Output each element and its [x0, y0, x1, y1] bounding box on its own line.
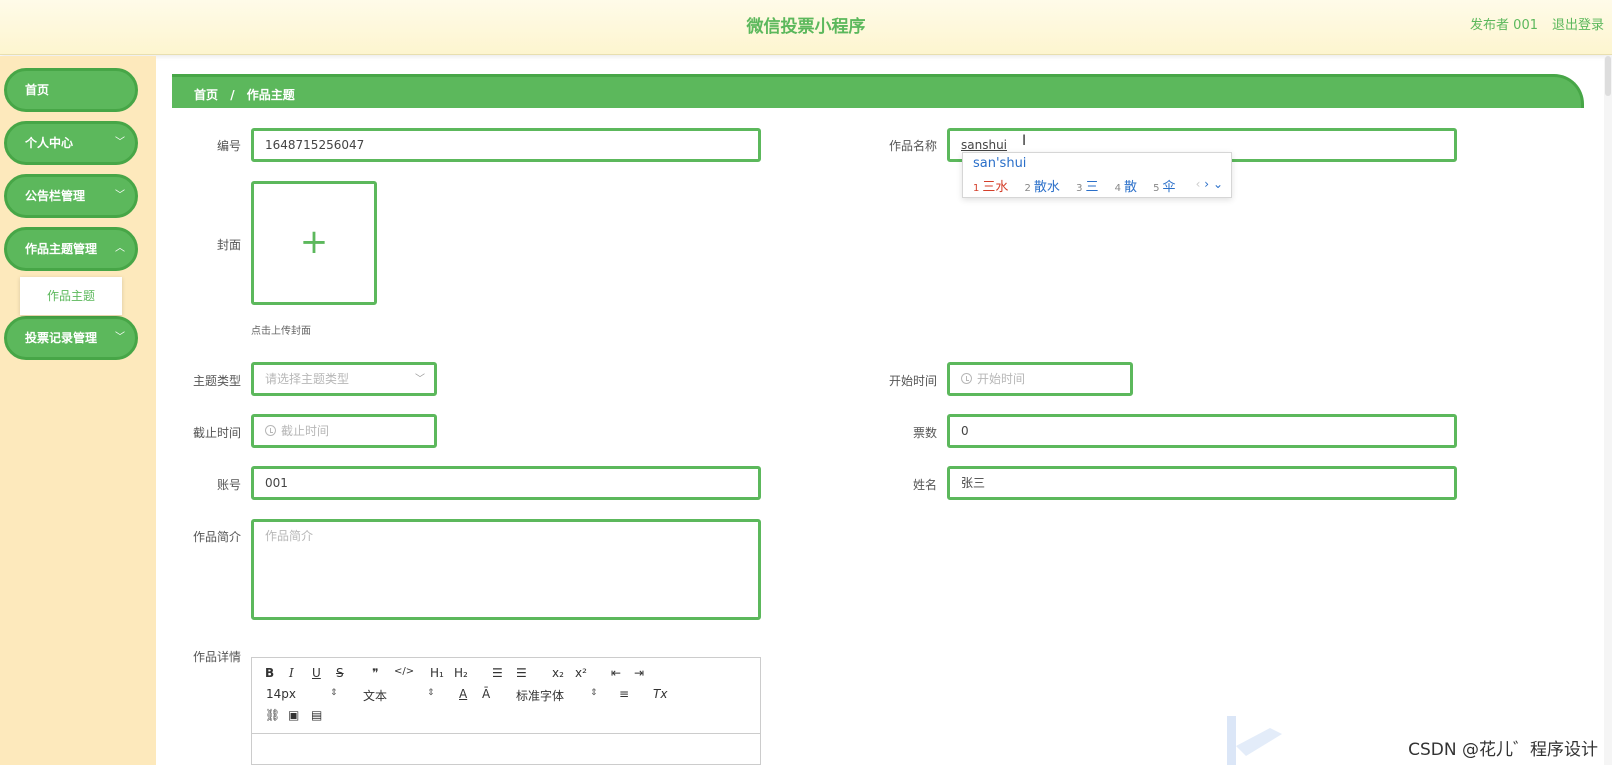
underline-button[interactable]: U: [312, 666, 321, 680]
username-input[interactable]: 张三: [947, 466, 1457, 500]
select-arrows-icon: ⇕: [330, 688, 338, 698]
indent-icon[interactable]: ⇥: [634, 666, 644, 680]
sidebar-subitem-works[interactable]: 作品主题: [20, 277, 122, 315]
end-time-label: 截止时间: [192, 426, 241, 440]
ime-candidate-popup: san'shui 1 三水 2 散水 3三 4散 5伞 ‹ › ⌄: [962, 152, 1232, 198]
theme-type-placeholder: 请选择主题类型: [265, 372, 350, 386]
clear-format-button[interactable]: Tx: [653, 687, 667, 701]
theme-type-label: 主题类型: [192, 374, 241, 388]
subscript-button[interactable]: x₂: [552, 666, 564, 680]
sidebar-item-label: 个人中心: [25, 136, 74, 150]
code-icon[interactable]: </>: [394, 666, 414, 677]
sidebar-item-notice[interactable]: 公告栏管理 ﹀: [4, 174, 138, 218]
outdent-icon[interactable]: ⇤: [611, 666, 621, 680]
breadcrumb-separator: /: [230, 88, 235, 102]
bold-button[interactable]: B: [265, 666, 274, 680]
ime-pinyin: san'shui: [973, 156, 1027, 171]
chevron-down-icon: ﹀: [115, 190, 125, 201]
chevron-left-icon[interactable]: ‹: [1196, 177, 1201, 191]
link-icon[interactable]: ⛓: [265, 708, 280, 722]
logout-link[interactable]: 退出登录: [1552, 14, 1612, 33]
cover-upload-hint: 点击上传封面: [251, 326, 311, 337]
editor-toolbar: B I U S ❞ </> H₁ H₂ ☰ ☰ x₂ x² ⇤ ⇥ 14px ⇕…: [252, 658, 760, 734]
font-size-select[interactable]: 14px ⇕: [266, 687, 338, 701]
background-color-icon[interactable]: Ā: [482, 687, 490, 701]
sidebar-item-label: 投票记录管理: [25, 331, 98, 345]
image-icon[interactable]: ▣: [288, 708, 299, 722]
chevron-right-icon[interactable]: ›: [1204, 177, 1209, 191]
intro-textarea[interactable]: 作品简介: [251, 519, 761, 620]
ime-candidate[interactable]: 3三: [1076, 180, 1098, 195]
sidebar-item-votes[interactable]: 投票记录管理 ﹀: [4, 316, 138, 360]
quote-icon[interactable]: ❞: [372, 666, 378, 680]
block-type-select[interactable]: 文本 ⇕: [363, 687, 435, 704]
watermark-text: CSDN @花儿゛程序设计: [1408, 740, 1598, 760]
ime-candidate[interactable]: 1 三水: [973, 180, 1008, 195]
chevron-down-icon: ﹀: [115, 137, 125, 148]
intro-label: 作品简介: [192, 530, 241, 544]
current-user: 发布者 001: [1470, 18, 1538, 33]
chevron-down-icon[interactable]: ⌄: [1213, 177, 1223, 191]
start-time-label: 开始时间: [888, 374, 937, 388]
chevron-down-icon: ﹀: [415, 374, 425, 385]
username-label: 姓名: [912, 478, 937, 492]
ime-candidate[interactable]: 2 散水: [1025, 180, 1060, 195]
work-name-label: 作品名称: [888, 139, 937, 153]
align-icon[interactable]: ≡: [619, 687, 629, 701]
theme-type-select[interactable]: 请选择主题类型 ﹀: [251, 362, 437, 396]
text-cursor-icon: I: [1022, 133, 1027, 149]
breadcrumb-home[interactable]: 首页: [194, 88, 218, 102]
code-input[interactable]: 1648715256047: [251, 128, 761, 162]
chevron-down-icon: ﹀: [115, 332, 125, 343]
ordered-list-icon[interactable]: ☰: [492, 666, 503, 680]
ime-candidate[interactable]: 4散: [1115, 180, 1137, 195]
cover-label: 封面: [216, 238, 241, 252]
ime-candidate[interactable]: 5伞: [1153, 180, 1175, 195]
strike-button[interactable]: S: [336, 666, 344, 680]
sidebar-item-label: 首页: [25, 83, 50, 97]
end-time-picker[interactable]: 截止时间: [251, 414, 437, 448]
clock-icon: [265, 425, 276, 436]
select-arrows-icon: ⇕: [590, 688, 598, 698]
scrollbar-thumb[interactable]: [1605, 56, 1611, 96]
video-icon[interactable]: ▤: [311, 708, 322, 722]
page-scrollbar[interactable]: [1604, 56, 1612, 765]
sidebar-item-label: 作品主题管理: [25, 242, 98, 256]
account-input[interactable]: 001: [251, 466, 761, 500]
cover-upload[interactable]: +: [251, 181, 377, 305]
top-header: 微信投票小程序 发布者 001 退出登录: [0, 0, 1612, 55]
sidebar-item-home[interactable]: 首页: [4, 68, 138, 112]
account-label: 账号: [216, 478, 241, 492]
superscript-button[interactable]: x²: [575, 666, 587, 680]
detail-label: 作品详情: [192, 650, 241, 664]
votes-input[interactable]: 0: [947, 414, 1457, 448]
sidebar-item-profile[interactable]: 个人中心 ﹀: [4, 121, 138, 165]
start-time-picker[interactable]: 开始时间: [947, 362, 1133, 396]
breadcrumb: 首页 / 作品主题: [172, 74, 1584, 108]
chevron-up-icon: ︿: [115, 243, 125, 254]
end-time-placeholder: 截止时间: [281, 424, 330, 438]
breadcrumb-current: 作品主题: [246, 88, 295, 102]
app-title: 微信投票小程序: [746, 17, 866, 37]
sidebar-item-label: 公告栏管理: [25, 189, 86, 203]
h2-button[interactable]: H₂: [454, 666, 468, 680]
bullet-list-icon[interactable]: ☰: [516, 666, 527, 680]
rich-text-editor: B I U S ❞ </> H₁ H₂ ☰ ☰ x₂ x² ⇤ ⇥ 14px ⇕…: [251, 657, 761, 765]
code-label: 编号: [216, 139, 241, 153]
votes-label: 票数: [912, 426, 937, 440]
font-color-icon[interactable]: A: [459, 687, 467, 701]
font-family-select[interactable]: 标准字体 ⇕: [516, 687, 598, 704]
watermark-logo-icon: [1227, 716, 1282, 765]
plus-icon: +: [299, 222, 329, 262]
sidebar: 首页 个人中心 ﹀ 公告栏管理 ﹀ 作品主题管理 ︿ 投票记录管理 ﹀: [0, 56, 156, 765]
select-arrows-icon: ⇕: [427, 688, 435, 698]
sidebar-item-works[interactable]: 作品主题管理 ︿: [4, 227, 138, 271]
italic-button[interactable]: I: [289, 666, 294, 680]
ime-page-nav[interactable]: ‹ › ⌄: [1196, 177, 1223, 191]
clock-icon: [961, 373, 972, 384]
h1-button[interactable]: H₁: [430, 666, 444, 680]
start-time-placeholder: 开始时间: [977, 372, 1026, 386]
